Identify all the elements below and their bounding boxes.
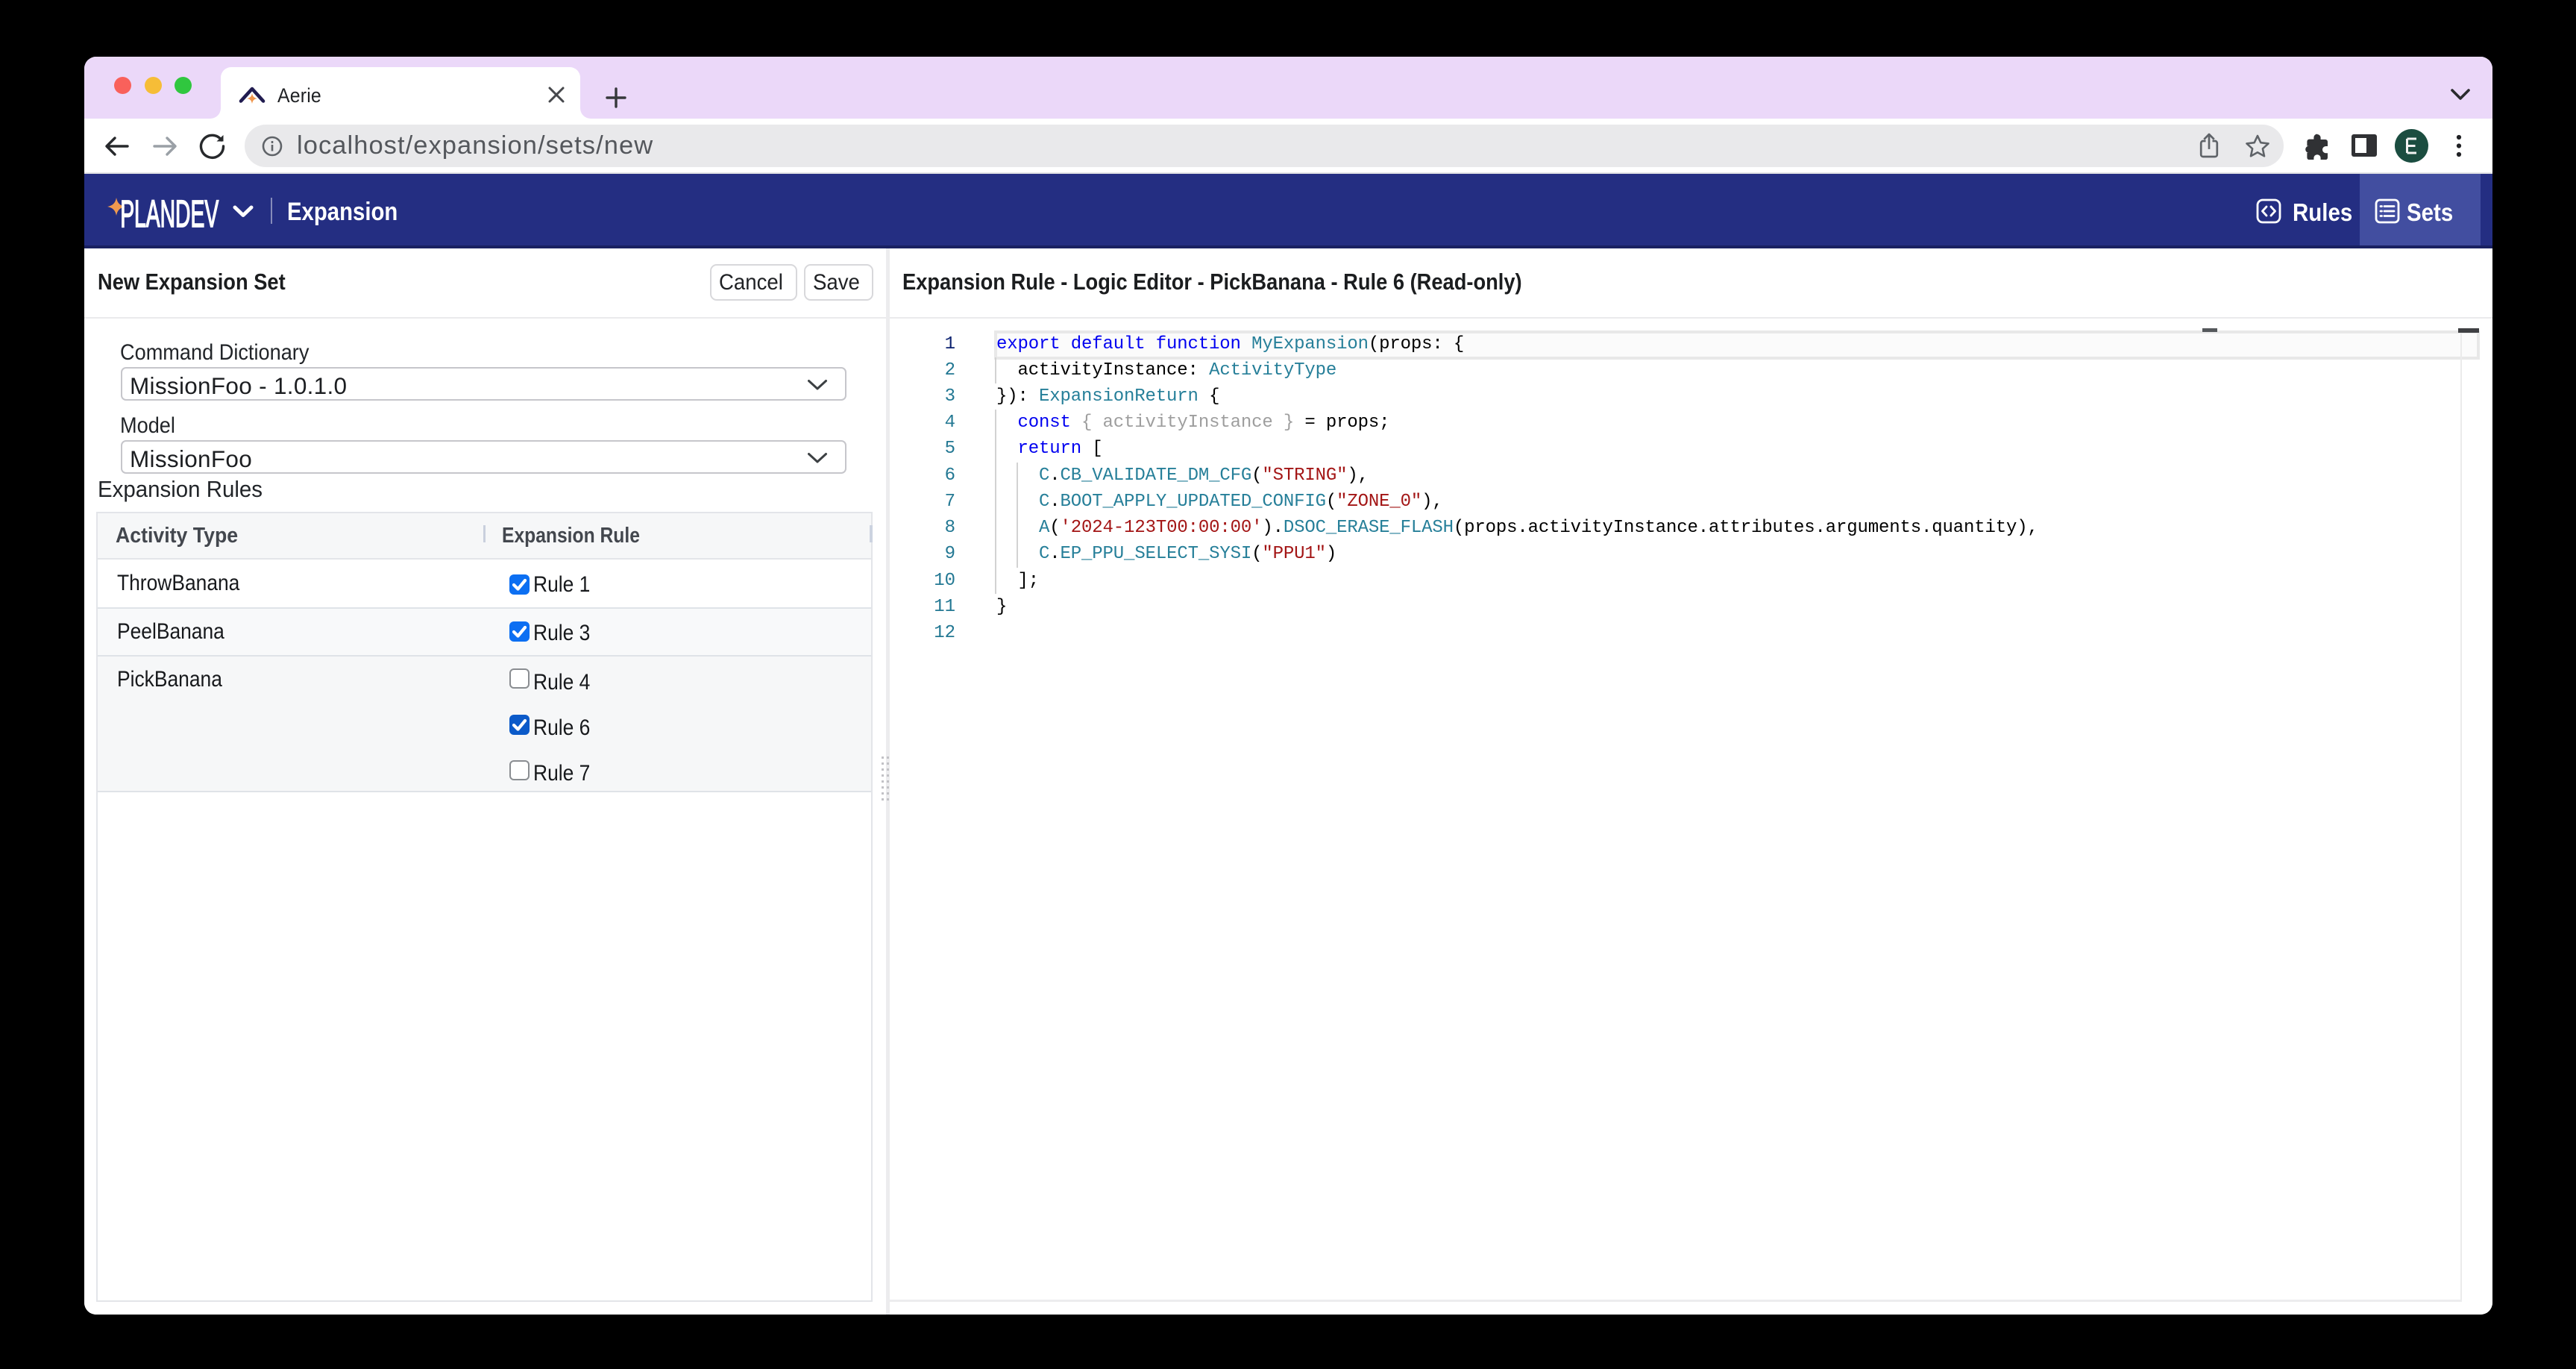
svg-text:PLANDEV: PLANDEV: [120, 193, 219, 235]
